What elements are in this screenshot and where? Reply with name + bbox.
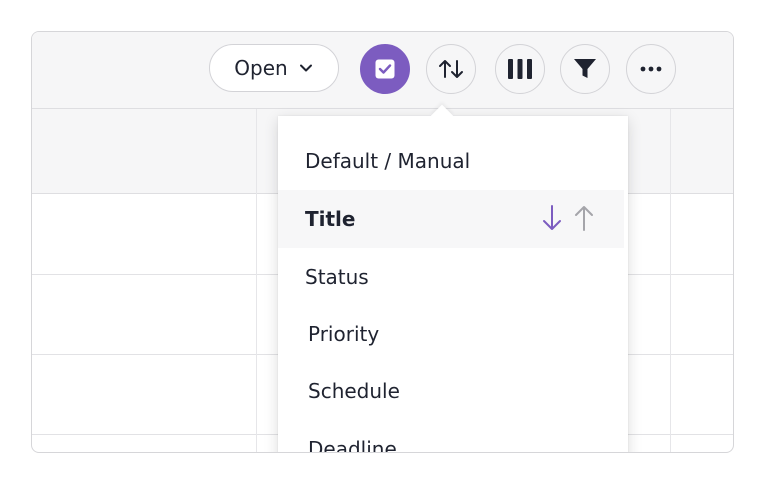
open-filter-button[interactable]: Open (209, 44, 339, 92)
sort-option-label: Priority (308, 322, 380, 346)
arrow-down-icon[interactable] (542, 204, 562, 232)
sort-option-priority[interactable]: Priority (278, 305, 624, 363)
more-icon (640, 66, 662, 72)
sort-option-schedule[interactable]: Schedule (278, 362, 624, 420)
sort-option-label: Default / Manual (305, 149, 471, 173)
more-options-button[interactable] (626, 44, 676, 94)
sort-option-label: Status (305, 265, 369, 289)
sort-option-deadline[interactable]: Deadline (278, 420, 624, 453)
filter-button[interactable] (560, 44, 610, 94)
sort-option-title[interactable]: Title (278, 190, 624, 248)
sort-option-label: Title (305, 207, 356, 231)
sort-icon (439, 60, 463, 78)
sort-option-label: Schedule (308, 379, 400, 403)
select-toggle-button[interactable] (360, 44, 410, 94)
toolbar: Open (32, 32, 733, 109)
checkbox-icon (375, 59, 395, 79)
sort-option-default[interactable]: Default / Manual (278, 132, 624, 190)
columns-icon (508, 59, 532, 79)
sort-option-label: Deadline (308, 437, 397, 453)
table-view: Open Default / Manual Title Status Prior… (31, 31, 734, 453)
grid-column-divider (670, 109, 671, 452)
arrow-up-icon[interactable] (574, 204, 594, 232)
filter-icon (574, 59, 596, 78)
grid-column-divider (256, 109, 257, 452)
sort-button[interactable] (426, 44, 476, 94)
open-filter-label: Open (234, 56, 288, 80)
columns-button[interactable] (495, 44, 545, 94)
chevron-down-icon (299, 64, 312, 72)
sort-menu: Default / Manual Title Status Priority S… (278, 104, 628, 453)
sort-direction-controls (542, 204, 594, 232)
sort-option-status[interactable]: Status (278, 248, 624, 306)
